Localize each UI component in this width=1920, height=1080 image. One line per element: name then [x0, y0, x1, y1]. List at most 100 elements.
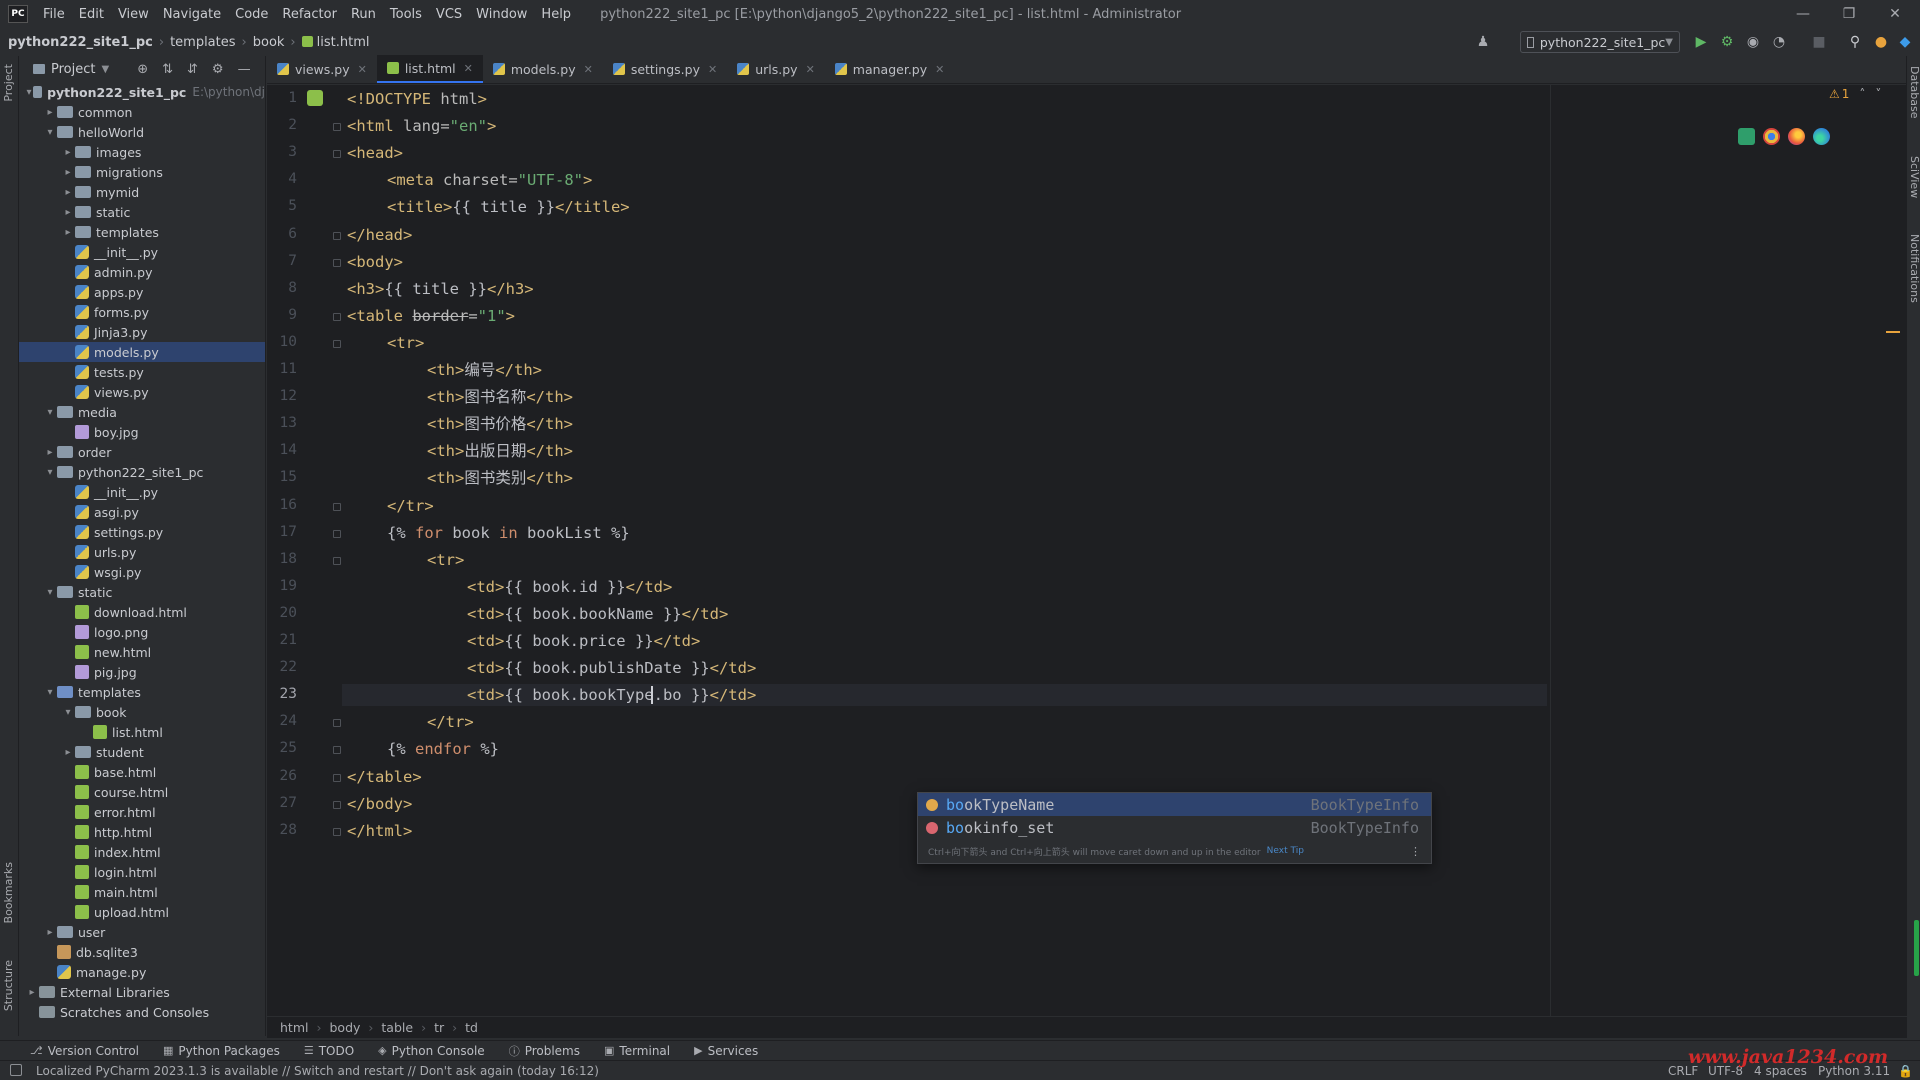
code-line[interactable]: </html> [347, 820, 412, 842]
code-line[interactable]: <th>编号</th> [427, 359, 542, 381]
breadcrumb-templates[interactable]: templates [170, 35, 235, 50]
tree-item-external-libraries[interactable]: ▸ External Libraries [19, 982, 265, 1002]
next-tip-link[interactable]: Next Tip [1267, 846, 1304, 856]
code-line[interactable]: <html lang="en"> [347, 115, 496, 137]
tool-todo[interactable]: ☰ TODO [304, 1044, 354, 1058]
chevron-down-icon[interactable]: ▾ [43, 687, 57, 698]
fold-marker-icon[interactable] [333, 312, 341, 321]
tree-item-pig-jpg[interactable]: pig.jpg [19, 662, 265, 682]
chevron-down-icon[interactable]: ▾ [43, 127, 57, 138]
tab-list-html[interactable]: list.html ✕ [376, 55, 483, 83]
code-line[interactable]: <td>{{ book.bookType.bo }}</td> [467, 684, 756, 706]
close-tab-icon[interactable]: ✕ [708, 63, 717, 76]
menu-navigate[interactable]: Navigate [156, 7, 228, 22]
editor-breadcrumb-html[interactable]: html [280, 1020, 308, 1035]
close-tab-icon[interactable]: ✕ [935, 63, 944, 76]
scroll-indicator[interactable] [1914, 920, 1919, 976]
tree-item-images[interactable]: ▸ images [19, 142, 265, 162]
tab-urls-py[interactable]: urls.py ✕ [727, 55, 825, 83]
tree-item-templates[interactable]: ▸ templates [19, 222, 265, 242]
code-line[interactable]: <body> [347, 251, 403, 273]
inspection-widget[interactable]: ⚠ 1 ˄ ˅ [1829, 87, 1881, 101]
menu-window[interactable]: Window [469, 7, 534, 22]
tool-terminal[interactable]: ▣ Terminal [604, 1044, 670, 1058]
tree-item-forms-py[interactable]: forms.py [19, 302, 265, 322]
next-highlight-icon[interactable]: ˅ [1875, 87, 1881, 101]
bookmarks-tool-button[interactable]: Bookmarks [2, 862, 15, 923]
chevron-down-icon[interactable]: ▾ [43, 467, 57, 478]
tree-item-media[interactable]: ▾ media [19, 402, 265, 422]
tab-settings-py[interactable]: settings.py ✕ [603, 55, 727, 83]
fold-marker-icon[interactable] [333, 339, 341, 348]
breadcrumb-project[interactable]: python222_site1_pc [8, 35, 153, 50]
status-message[interactable]: Localized PyCharm 2023.1.3 is available … [36, 1064, 599, 1078]
structure-tool-button[interactable]: Structure [2, 960, 15, 1011]
code-line[interactable]: <td>{{ book.price }}</td> [467, 630, 700, 652]
code-line[interactable]: <th>图书价格</th> [427, 413, 573, 435]
code-line[interactable]: <td>{{ book.id }}</td> [467, 576, 672, 598]
code-line[interactable]: </body> [347, 793, 412, 815]
database-tool-button[interactable]: Database [1908, 66, 1920, 119]
completion-item[interactable]: bo okTypeName BookTypeInfo [918, 793, 1431, 816]
tree-item-common[interactable]: ▸ common [19, 102, 265, 122]
locate-icon[interactable]: ⊕ [137, 62, 148, 77]
tab-views-py[interactable]: views.py ✕ [267, 55, 377, 83]
debug-icon[interactable]: ⚙ [1718, 33, 1736, 51]
code-line[interactable]: <th>出版日期</th> [427, 440, 573, 462]
search-icon[interactable]: ⚲ [1846, 33, 1864, 51]
toggle-tool-windows-icon[interactable] [10, 1064, 22, 1076]
tree-item--init-py[interactable]: __init__.py [19, 482, 265, 502]
fold-marker-icon[interactable] [333, 773, 341, 782]
minimize-icon[interactable]: — [1780, 0, 1826, 28]
code-editor[interactable]: 1 2 3 4 5 6 7 8 9 10 11 12 13 14 15 16 17 18 19 20 21 22 23 24 2… [267, 85, 1907, 1023]
notifications-tool-button[interactable]: Notifications [1908, 234, 1920, 303]
user-icon[interactable]: ♟ [1474, 33, 1492, 51]
tree-item-main-html[interactable]: main.html [19, 882, 265, 902]
settings-icon[interactable]: ⚙ [212, 62, 224, 77]
menu-tools[interactable]: Tools [383, 7, 429, 22]
breadcrumb-book[interactable]: book [253, 35, 285, 50]
tree-item-base-html[interactable]: base.html [19, 762, 265, 782]
code-line[interactable]: <meta charset="UTF-8"> [387, 169, 592, 191]
code-line[interactable]: <!DOCTYPE html> [347, 88, 487, 110]
chevron-right-icon[interactable]: ▸ [61, 187, 75, 198]
chrome-icon[interactable] [1763, 128, 1780, 145]
tree-item-static[interactable]: ▾ static [19, 582, 265, 602]
tree-item-list-html[interactable]: list.html [19, 722, 265, 742]
tool-version-control[interactable]: ⎇ Version Control [30, 1044, 139, 1058]
expand-all-icon[interactable]: ⇅ [162, 62, 173, 77]
tree-item-logo-png[interactable]: logo.png [19, 622, 265, 642]
chevron-down-icon[interactable]: ▾ [61, 707, 75, 718]
restore-icon[interactable]: ❐ [1826, 0, 1872, 28]
tree-item-scratches-and-consoles[interactable]: Scratches and Consoles [19, 1002, 265, 1022]
chevron-down-icon[interactable]: ▾ [43, 587, 57, 598]
code-line[interactable]: </table> [347, 766, 422, 788]
code-line[interactable]: </head> [347, 224, 412, 246]
code-line[interactable]: <td>{{ book.bookName }}</td> [467, 603, 728, 625]
editor-breadcrumb-td[interactable]: td [465, 1020, 478, 1035]
fold-marker-icon[interactable] [333, 231, 341, 240]
code-line[interactable]: {% for book in bookList %} [387, 522, 630, 544]
profile-icon[interactable]: ◔ [1770, 33, 1788, 51]
fold-marker-icon[interactable] [333, 150, 341, 159]
tree-item-mymid[interactable]: ▸ mymid [19, 182, 265, 202]
project-panel-title[interactable]: Project [51, 62, 95, 77]
tree-item-helloworld[interactable]: ▾ helloWorld [19, 122, 265, 142]
close-tab-icon[interactable]: ✕ [806, 63, 815, 76]
chevron-right-icon[interactable]: ▸ [43, 447, 57, 458]
pycharm-browser-icon[interactable] [1738, 128, 1755, 145]
tree-item-migrations[interactable]: ▸ migrations [19, 162, 265, 182]
menu-file[interactable]: File [36, 7, 72, 22]
code-line[interactable]: <th>图书名称</th> [427, 386, 573, 408]
tree-item-views-py[interactable]: views.py [19, 382, 265, 402]
tree-item-static[interactable]: ▸ static [19, 202, 265, 222]
tree-item-urls-py[interactable]: urls.py [19, 542, 265, 562]
tree-item-asgi-py[interactable]: asgi.py [19, 502, 265, 522]
tree-item-book[interactable]: ▾ book [19, 702, 265, 722]
fold-marker-icon[interactable] [333, 800, 341, 809]
code-line[interactable]: <tr> [387, 332, 424, 354]
tree-item-jinja3-py[interactable]: Jinja3.py [19, 322, 265, 342]
tree-item-db-sqlite3[interactable]: db.sqlite3 [19, 942, 265, 962]
chevron-right-icon[interactable]: ▸ [43, 927, 57, 938]
code-line[interactable]: <title>{{ title }}</title> [387, 196, 630, 218]
